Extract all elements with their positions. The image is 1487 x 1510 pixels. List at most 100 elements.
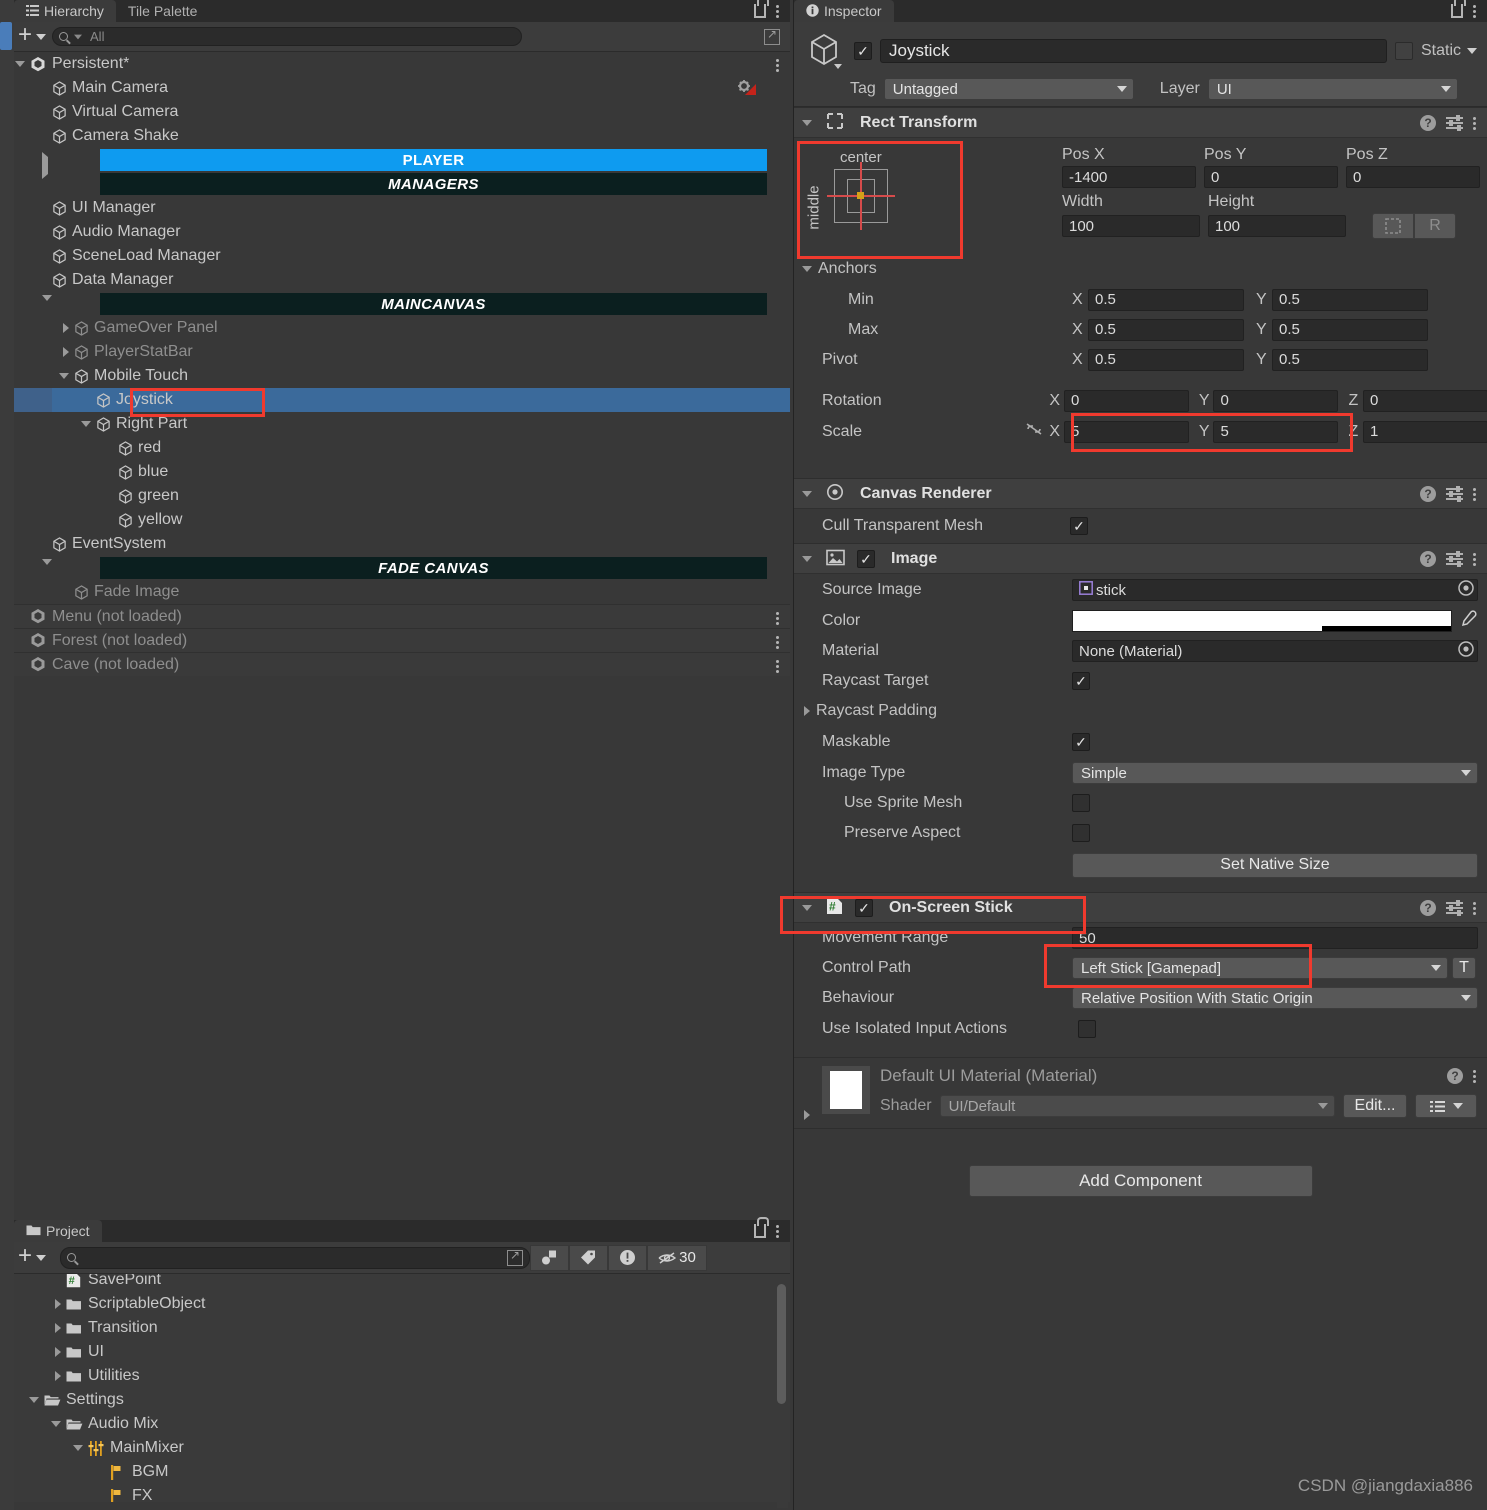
- scale-z-input[interactable]: 1: [1362, 420, 1487, 443]
- hierarchy-row-forest-not-loaded[interactable]: Forest (not loaded): [0, 628, 790, 652]
- tab-project[interactable]: Project: [14, 1220, 102, 1242]
- material-foldout-chevron-icon[interactable]: [804, 1110, 810, 1120]
- pos-y-input[interactable]: 0: [1204, 166, 1338, 188]
- project-row-fx[interactable]: FX: [0, 1484, 790, 1502]
- search-filter-chevron-icon[interactable]: [74, 34, 83, 39]
- inspector-lock-icon[interactable]: [1451, 0, 1466, 18]
- anchor-min-y-input[interactable]: 0.5: [1272, 288, 1428, 311]
- static-chevron-down-icon[interactable]: [1467, 48, 1477, 54]
- hierarchy-row-main-camera[interactable]: Main Camera: [0, 76, 790, 100]
- help-icon[interactable]: ?: [1447, 1068, 1463, 1084]
- on-screen-stick-enabled-checkbox[interactable]: ✓: [855, 898, 873, 917]
- help-icon[interactable]: ?: [1420, 550, 1436, 567]
- anchor-preset-widget[interactable]: center middle: [802, 147, 962, 257]
- on-screen-stick-header[interactable]: # ✓ On-Screen Stick ?: [794, 892, 1487, 923]
- project-lock-icon[interactable]: [754, 1217, 769, 1238]
- hierarchy-row-menu-icon[interactable]: [776, 57, 780, 73]
- lock-icon[interactable]: [754, 0, 769, 18]
- hierarchy-row-gameover-panel[interactable]: GameOver Panel: [0, 316, 790, 340]
- project-row-bgm[interactable]: BGM: [0, 1460, 790, 1484]
- filter-by-label-button[interactable]: [569, 1244, 609, 1271]
- shader-list-dropdown[interactable]: [1415, 1094, 1477, 1118]
- collapse-chevron-icon[interactable]: [63, 323, 69, 333]
- hierarchy-row-camera-shake[interactable]: Camera Shake: [0, 124, 790, 148]
- shader-edit-button[interactable]: Edit...: [1343, 1094, 1407, 1118]
- preset-icon[interactable]: [1446, 486, 1463, 502]
- hierarchy-row-right-part[interactable]: Right Part: [0, 412, 790, 436]
- collapse-chevron-icon[interactable]: [802, 555, 812, 562]
- hierarchy-row-fade-canvas[interactable]: FADE CANVAS: [0, 556, 790, 582]
- behaviour-dropdown[interactable]: Relative Position With Static Origin: [1072, 987, 1478, 1009]
- collapse-chevron-icon[interactable]: [55, 1347, 61, 1357]
- inspector-menu-icon[interactable]: [1473, 3, 1477, 19]
- anchor-max-x-input[interactable]: 0.5: [1088, 318, 1244, 341]
- filter-by-type-button[interactable]: [530, 1244, 570, 1271]
- blueprint-mode-button[interactable]: [1372, 213, 1414, 239]
- hierarchy-row-eventsystem[interactable]: EventSystem: [0, 532, 790, 556]
- hierarchy-row-menu-icon[interactable]: [776, 634, 780, 650]
- tag-dropdown[interactable]: Untagged: [883, 78, 1134, 100]
- rotation-y-input[interactable]: 0: [1213, 389, 1339, 412]
- expand-chevron-icon[interactable]: [15, 61, 25, 67]
- raycast-padding-chevron-icon[interactable]: [804, 706, 810, 716]
- raw-edit-mode-button[interactable]: R: [1414, 213, 1456, 239]
- scale-link-off-icon[interactable]: [1024, 421, 1049, 442]
- hierarchy-row-blue[interactable]: blue: [0, 460, 790, 484]
- hierarchy-row-managers[interactable]: MANAGERS: [0, 172, 790, 196]
- gameobject-name-input[interactable]: Joystick: [880, 39, 1387, 63]
- image-type-dropdown[interactable]: Simple: [1072, 762, 1478, 784]
- width-input[interactable]: 100: [1062, 215, 1200, 237]
- project-row-ui[interactable]: UI: [0, 1340, 790, 1364]
- collapse-chevron-icon[interactable]: [63, 347, 69, 357]
- add-component-button[interactable]: Add Component: [968, 1165, 1313, 1197]
- material-menu-icon[interactable]: [1473, 1068, 1477, 1084]
- tab-tile-palette[interactable]: Tile Palette: [116, 0, 210, 22]
- hierarchy-row-green[interactable]: green: [0, 484, 790, 508]
- scale-y-input[interactable]: 5: [1213, 420, 1339, 443]
- expand-chevron-icon[interactable]: [29, 1397, 39, 1403]
- left-edge-tab-indicator[interactable]: [0, 22, 12, 50]
- hierarchy-row-maincanvas[interactable]: MAINCANVAS: [0, 292, 790, 318]
- eyedropper-icon[interactable]: [1458, 609, 1478, 634]
- component-menu-icon[interactable]: [1473, 486, 1477, 502]
- help-icon[interactable]: ?: [1420, 485, 1436, 502]
- color-swatch[interactable]: [1072, 610, 1452, 632]
- anchor-min-x-input[interactable]: 0.5: [1088, 288, 1244, 311]
- hierarchy-row-fade-image[interactable]: Fade Image: [0, 580, 790, 604]
- project-row-savepoint[interactable]: # SavePoint: [0, 1274, 790, 1292]
- anchors-foldout[interactable]: Anchors: [802, 260, 877, 278]
- hierarchy-row-menu-not-loaded[interactable]: Menu (not loaded): [0, 604, 790, 628]
- rect-transform-header[interactable]: Rect Transform ?: [794, 107, 1487, 138]
- hierarchy-row-virtual-camera[interactable]: Virtual Camera: [0, 100, 790, 124]
- material-object-field[interactable]: None (Material): [1072, 640, 1478, 662]
- anchors-chevron-icon[interactable]: [802, 266, 812, 272]
- preset-icon[interactable]: [1446, 551, 1463, 567]
- component-menu-icon[interactable]: [1473, 551, 1477, 567]
- project-scrollbar[interactable]: [777, 1282, 788, 1508]
- expand-chevron-icon[interactable]: [51, 1421, 61, 1427]
- source-image-object-field[interactable]: stick: [1072, 579, 1478, 601]
- error-filter-button[interactable]: [608, 1244, 648, 1271]
- object-picker-icon[interactable]: [1457, 640, 1475, 662]
- collapse-chevron-icon[interactable]: [802, 490, 812, 497]
- expand-chevron-icon[interactable]: [73, 1445, 83, 1451]
- collapse-chevron-icon[interactable]: [802, 904, 812, 911]
- image-enabled-checkbox[interactable]: ✓: [857, 549, 875, 568]
- shader-dropdown[interactable]: UI/Default: [939, 1095, 1335, 1117]
- hierarchy-row-mobile-touch[interactable]: Mobile Touch: [0, 364, 790, 388]
- project-create-button[interactable]: +: [18, 1243, 47, 1270]
- project-row-utilities[interactable]: Utilities: [0, 1364, 790, 1388]
- expand-chevron-icon[interactable]: [81, 421, 91, 427]
- hierarchy-row-playerstatbar[interactable]: PlayerStatBar: [0, 340, 790, 364]
- height-input[interactable]: 100: [1208, 215, 1346, 237]
- component-menu-icon[interactable]: [1473, 900, 1477, 916]
- hierarchy-row-red[interactable]: red: [0, 436, 790, 460]
- raycast-target-checkbox[interactable]: ✓: [1072, 672, 1090, 690]
- project-row-transition[interactable]: Transition: [0, 1316, 790, 1340]
- project-row-scriptableobject[interactable]: ScriptableObject: [0, 1292, 790, 1316]
- hierarchy-menu-icon[interactable]: [776, 3, 780, 19]
- collapse-chevron-icon[interactable]: [55, 1299, 61, 1309]
- image-component-header[interactable]: ✓ Image ?: [794, 543, 1487, 574]
- preserve-aspect-checkbox[interactable]: [1072, 824, 1090, 842]
- help-icon[interactable]: ?: [1420, 114, 1436, 131]
